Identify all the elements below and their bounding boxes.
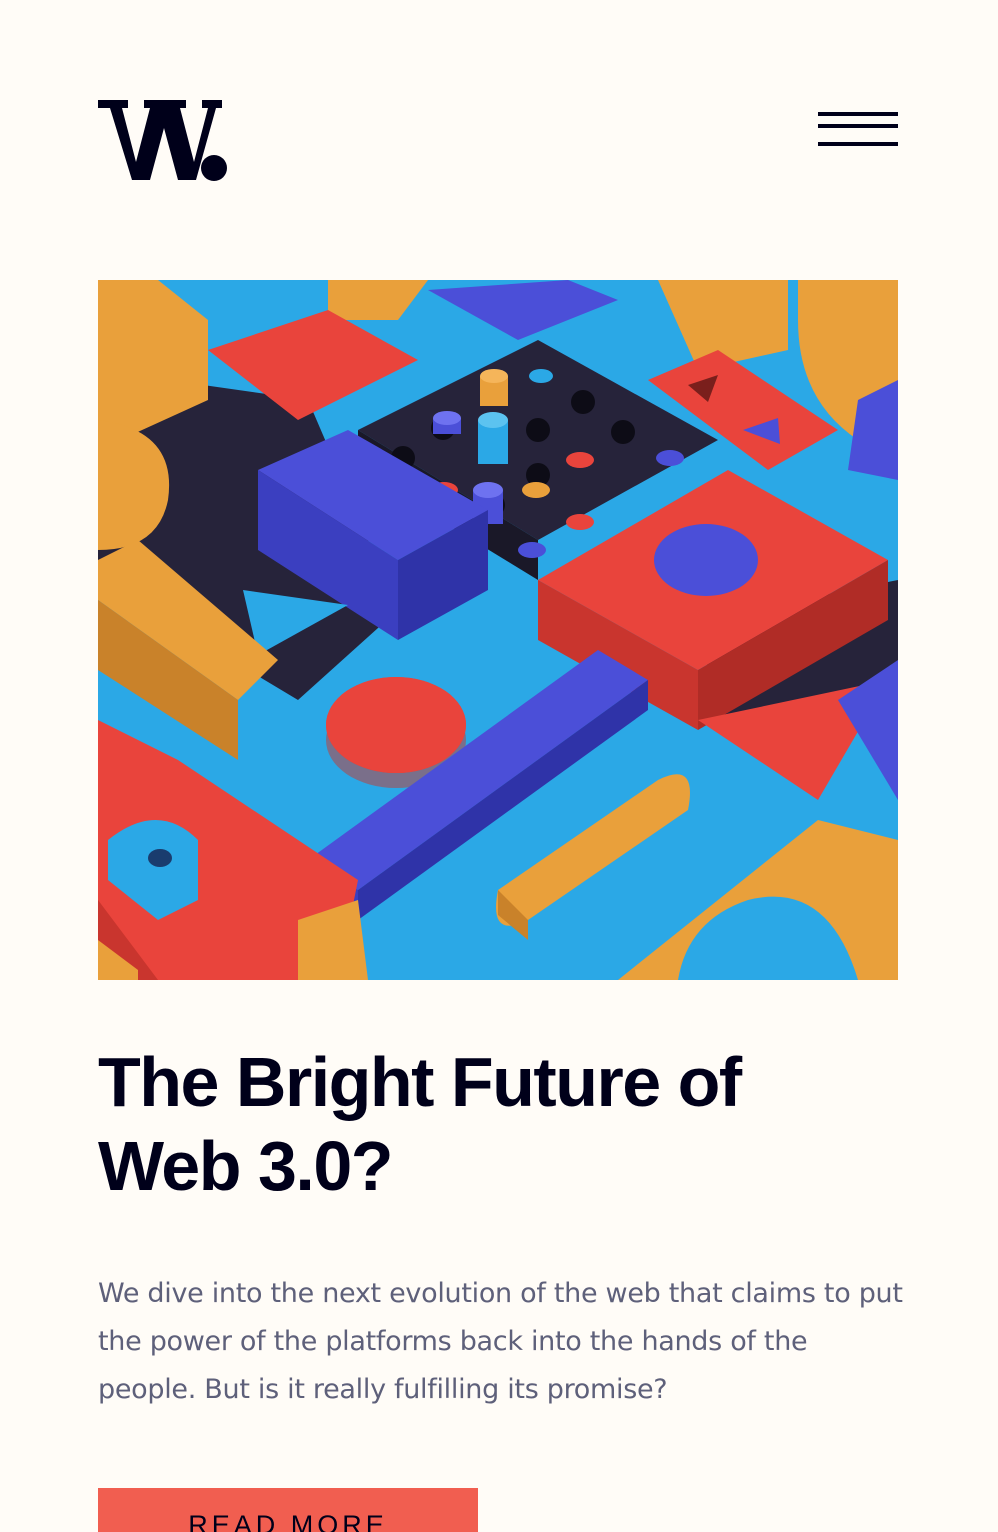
menu-bar-middle (818, 124, 898, 128)
article-title: The Bright Future of Web 3.0? (98, 1043, 742, 1205)
article-description: We dive into the next evolution of the w… (98, 1278, 903, 1405)
menu-bar-top (818, 112, 898, 116)
menu-bar-bottom (818, 142, 898, 146)
geometric-blocks-illustration (98, 280, 898, 980)
page: The Bright Future of Web 3.0? We dive in… (0, 0, 998, 1532)
read-more-button[interactable]: READ MORE (98, 1488, 478, 1532)
hamburger-menu-icon[interactable] (818, 112, 898, 152)
hero-image (98, 280, 898, 980)
logo-mark (98, 100, 227, 181)
site-logo[interactable] (98, 92, 230, 184)
